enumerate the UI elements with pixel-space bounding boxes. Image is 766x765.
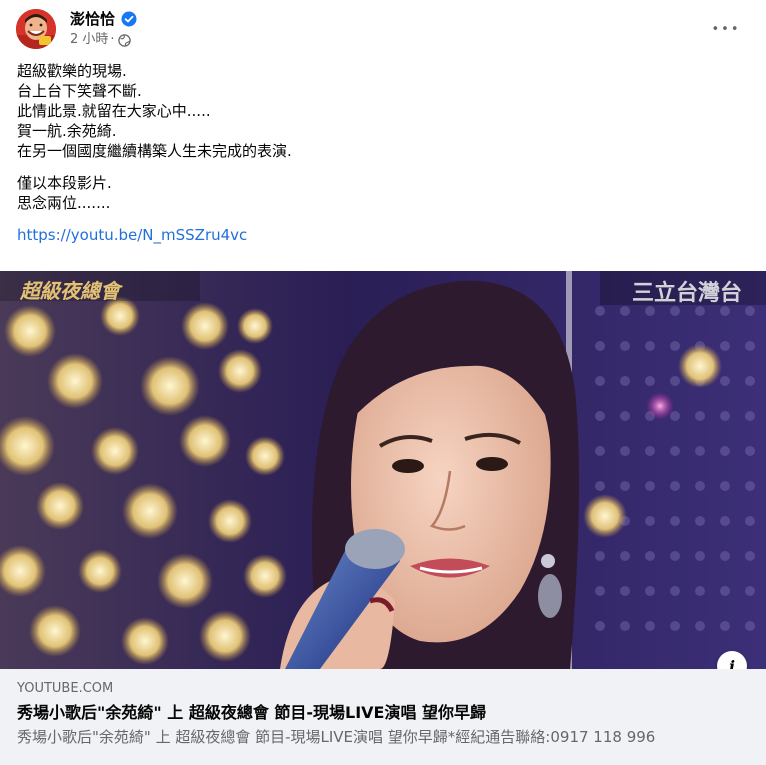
post-text-line: 超級歡樂的現場.: [17, 62, 127, 80]
post-header: 澎恰恰 2 小時 · •••: [0, 0, 766, 58]
post-text-line: 此情此景.就留在大家心中.....: [17, 102, 211, 120]
post-text-line: 僅以本段影片.: [17, 174, 112, 192]
post-text-line: 思念兩位.......: [17, 194, 111, 212]
youtube-link[interactable]: https://youtu.be/N_mSSZru4vc: [17, 226, 247, 244]
watermark-right: 三立台灣台: [632, 281, 743, 306]
post-meta: 2 小時 ·: [70, 32, 131, 48]
author-name[interactable]: 澎恰恰: [70, 9, 115, 29]
post-text-line: 台上台下笑聲不斷.: [17, 82, 142, 100]
more-options-icon: •••: [711, 21, 741, 37]
author-avatar[interactable]: [16, 9, 56, 49]
link-domain: YOUTUBE.COM: [17, 681, 114, 696]
globe-icon[interactable]: [117, 33, 131, 47]
author-row: 澎恰恰: [70, 9, 137, 29]
post-timestamp[interactable]: 2 小時: [70, 32, 108, 48]
more-options-button[interactable]: •••: [707, 10, 745, 48]
link-description: 秀場小歌后"余苑綺" 上 超級夜總會 節目-現場LIVE演唱 望你早歸*經紀通告…: [17, 728, 656, 746]
facebook-post: 澎恰恰 2 小時 · ••• 超級歡樂的現場. 台上台下笑聲不斷. 此情此景.就…: [0, 0, 766, 765]
verified-badge-icon: [121, 11, 137, 27]
video-thumbnail[interactable]: 超級夜總會 三立台灣台: [0, 271, 766, 669]
post-text-line: 賀一航.余苑綺.: [17, 122, 117, 140]
post-text-line: 在另一個國度繼續構築人生未完成的表演.: [17, 142, 292, 160]
post-text: 超級歡樂的現場. 台上台下笑聲不斷. 此情此景.就留在大家心中..... 賀一航…: [17, 61, 747, 245]
link-title[interactable]: 秀場小歌后"余苑綺" 上 超級夜總會 節目-現場LIVE演唱 望你早歸: [17, 702, 486, 724]
meta-separator: ·: [110, 32, 115, 47]
watermark-left: 超級夜總會: [20, 279, 120, 303]
link-preview[interactable]: YOUTUBE.COM 秀場小歌后"余苑綺" 上 超級夜總會 節目-現場LIVE…: [0, 669, 766, 765]
